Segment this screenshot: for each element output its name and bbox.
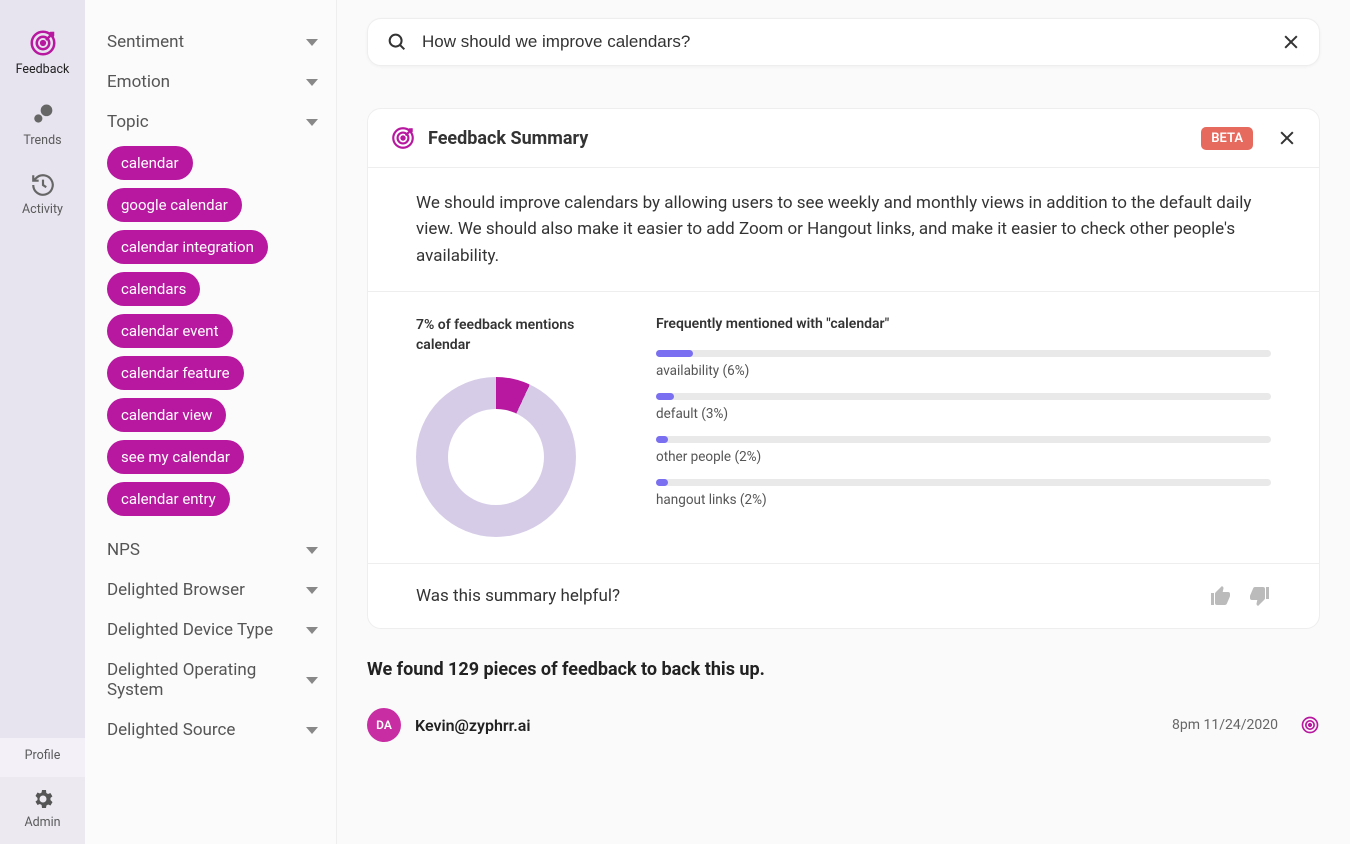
bar-fill: [656, 436, 668, 443]
target-icon: [1300, 715, 1320, 735]
chevron-down-icon: [306, 677, 318, 684]
beta-badge: BETA: [1201, 127, 1253, 150]
topic-chip[interactable]: calendar integration: [107, 230, 268, 264]
freq-block: Frequently mentioned with "calendar" ava…: [656, 316, 1271, 537]
chevron-down-icon: [306, 547, 318, 554]
feedback-entry[interactable]: DA Kevin@zyphrr.ai 8pm 11/24/2020: [367, 708, 1320, 742]
chevron-down-icon: [306, 727, 318, 734]
chevron-down-icon: [306, 587, 318, 594]
nav-feedback-label: Feedback: [16, 62, 70, 77]
nav-activity-label: Activity: [22, 202, 63, 217]
filter-sentiment[interactable]: Sentiment: [107, 22, 324, 62]
filter-browser-label: Delighted Browser: [107, 580, 245, 600]
freq-row: hangout links (2%): [656, 479, 1271, 508]
search-input[interactable]: [422, 32, 1267, 52]
bar-label: availability (6%): [656, 363, 1271, 379]
summary-title: Feedback Summary: [428, 128, 1189, 149]
bar-fill: [656, 479, 668, 486]
gear-icon: [31, 787, 55, 811]
target-icon: [390, 125, 416, 151]
nav-admin-label: Admin: [24, 815, 60, 830]
summary-text: We should improve calendars by allowing …: [368, 167, 1319, 291]
clear-search-button[interactable]: [1281, 32, 1301, 52]
donut-block: 7% of feedback mentions calendar: [416, 316, 616, 537]
filter-os[interactable]: Delighted Operating System: [107, 650, 324, 710]
history-icon: [30, 172, 56, 198]
filter-topic[interactable]: Topic: [107, 102, 324, 142]
summary-head: Feedback Summary BETA: [368, 109, 1319, 167]
freq-row: default (3%): [656, 393, 1271, 422]
filter-source[interactable]: Delighted Source: [107, 710, 324, 750]
topic-chip[interactable]: google calendar: [107, 188, 242, 222]
chevron-down-icon: [306, 79, 318, 86]
filter-topic-label: Topic: [107, 112, 149, 132]
summary-stats: 7% of feedback mentions calendar Frequen…: [368, 291, 1319, 563]
filter-sidebar: Sentiment Emotion Topic calendar google …: [85, 0, 337, 844]
bar-label: other people (2%): [656, 449, 1271, 465]
close-summary-button[interactable]: [1277, 128, 1297, 148]
target-icon: [28, 28, 58, 58]
feedback-user: Kevin@zyphrr.ai: [415, 716, 1158, 735]
topic-chip[interactable]: calendar event: [107, 314, 233, 348]
chevron-down-icon: [306, 627, 318, 634]
bar-label: default (3%): [656, 406, 1271, 422]
topic-chip[interactable]: calendar: [107, 146, 193, 180]
filter-emotion[interactable]: Emotion: [107, 62, 324, 102]
donut-chart: [416, 377, 576, 537]
topic-chip[interactable]: see my calendar: [107, 440, 244, 474]
feedback-time: 8pm 11/24/2020: [1172, 717, 1278, 733]
nav-trends-label: Trends: [23, 133, 61, 148]
filter-sentiment-label: Sentiment: [107, 32, 184, 52]
bubbles-icon: [29, 101, 57, 129]
freq-title: Frequently mentioned with "calendar": [656, 316, 1271, 332]
bar-fill: [656, 393, 674, 400]
helpful-prompt: Was this summary helpful?: [416, 586, 620, 606]
topic-chip[interactable]: calendars: [107, 272, 200, 306]
filter-os-label: Delighted Operating System: [107, 660, 277, 700]
bar-track: [656, 350, 1271, 357]
summary-card: Feedback Summary BETA We should improve …: [367, 108, 1320, 629]
nav-rail: Feedback Trends Activity Profile Admin: [0, 0, 85, 844]
search-icon: [386, 31, 408, 53]
topic-chip-list: calendar google calendar calendar integr…: [107, 142, 324, 530]
main-content: Feedback Summary BETA We should improve …: [337, 0, 1350, 844]
freq-row: availability (6%): [656, 350, 1271, 379]
donut-title: 7% of feedback mentions calendar: [416, 316, 616, 355]
topic-chip[interactable]: calendar entry: [107, 482, 230, 516]
thumbs-down-button[interactable]: [1247, 584, 1271, 608]
nav-activity[interactable]: Activity: [0, 162, 85, 231]
summary-foot: Was this summary helpful?: [368, 563, 1319, 628]
chevron-down-icon: [306, 39, 318, 46]
bar-fill: [656, 350, 693, 357]
nav-profile-label: Profile: [25, 748, 61, 763]
bar-track: [656, 479, 1271, 486]
filter-browser[interactable]: Delighted Browser: [107, 570, 324, 610]
nav-feedback[interactable]: Feedback: [0, 18, 85, 91]
bar-track: [656, 393, 1271, 400]
filter-nps[interactable]: NPS: [107, 530, 324, 570]
thumbs-up-button[interactable]: [1209, 584, 1233, 608]
filter-source-label: Delighted Source: [107, 720, 235, 740]
filter-nps-label: NPS: [107, 540, 140, 560]
found-count: We found 129 pieces of feedback to back …: [367, 659, 1320, 680]
filter-device[interactable]: Delighted Device Type: [107, 610, 324, 650]
bar-track: [656, 436, 1271, 443]
chevron-down-icon: [306, 119, 318, 126]
nav-trends[interactable]: Trends: [0, 91, 85, 162]
nav-admin[interactable]: Admin: [0, 777, 85, 844]
nav-profile[interactable]: Profile: [0, 738, 85, 777]
freq-row: other people (2%): [656, 436, 1271, 465]
search-bar: [367, 18, 1320, 66]
topic-chip[interactable]: calendar feature: [107, 356, 244, 390]
avatar: DA: [367, 708, 401, 742]
bar-label: hangout links (2%): [656, 492, 1271, 508]
filter-device-label: Delighted Device Type: [107, 620, 273, 640]
filter-emotion-label: Emotion: [107, 72, 170, 92]
topic-chip[interactable]: calendar view: [107, 398, 226, 432]
